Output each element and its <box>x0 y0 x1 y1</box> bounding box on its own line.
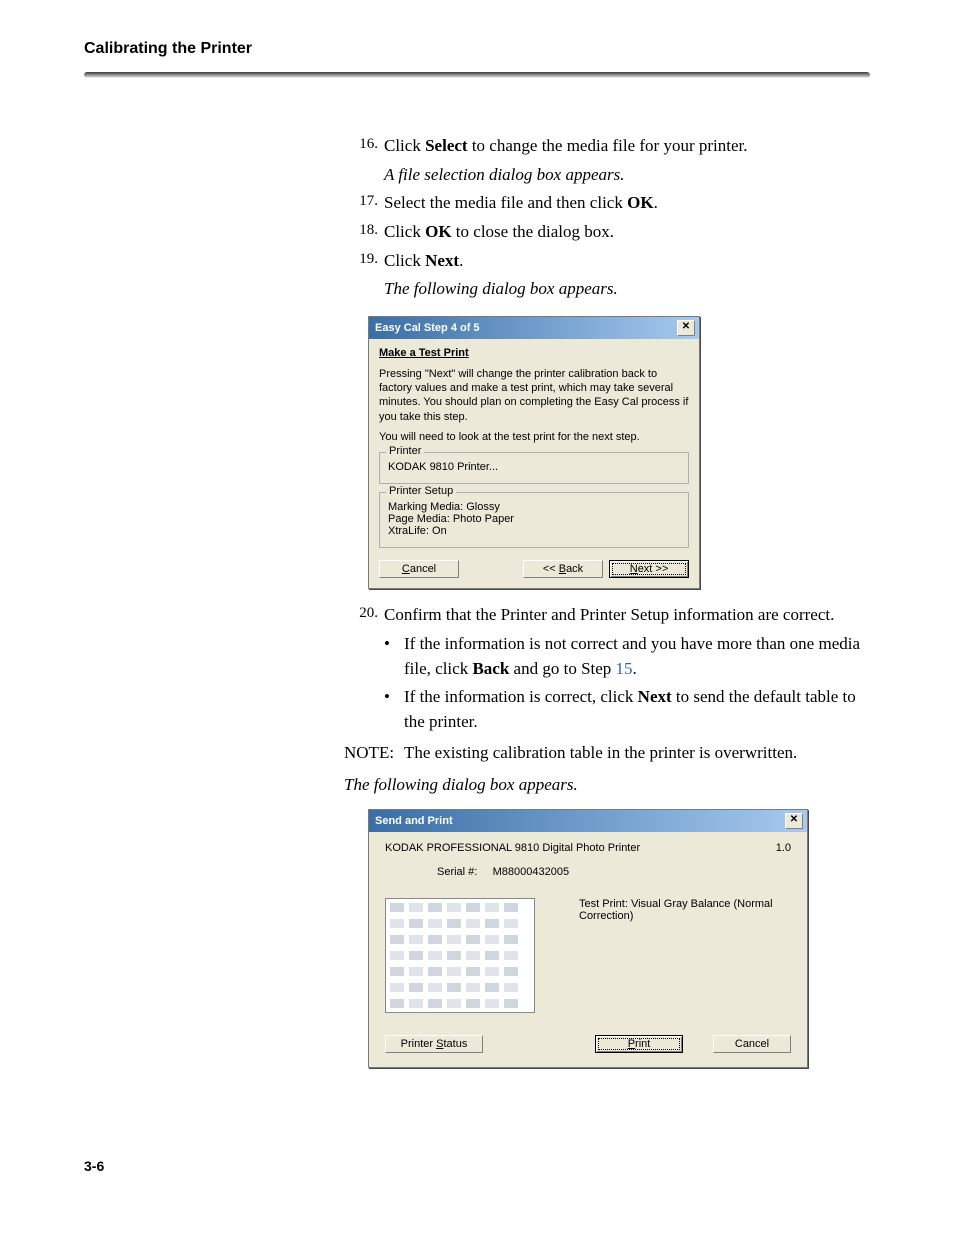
group-label: Printer Setup <box>386 485 456 497</box>
back-button[interactable]: << Back <box>523 560 603 578</box>
mnemonic: P <box>628 1038 635 1050</box>
text: Click <box>384 222 425 241</box>
mnemonic: B <box>559 563 566 575</box>
bold-text: Next <box>425 251 459 270</box>
bullet-2: • If the information is correct, click N… <box>384 685 870 734</box>
step-text: Click Select to change the media file fo… <box>384 134 870 159</box>
serial-value: M88000432005 <box>493 866 569 878</box>
header-divider <box>84 72 870 78</box>
text: and go to Step <box>509 659 615 678</box>
bullet-text: If the information is not correct and yo… <box>404 632 870 681</box>
easy-cal-dialog: Easy Cal Step 4 of 5 ✕ Make a Test Print… <box>368 316 700 589</box>
note-text: The existing calibration table in the pr… <box>404 741 797 766</box>
bold-text: OK <box>425 222 451 241</box>
step-number: 18. <box>344 220 384 245</box>
dialog-titlebar[interactable]: Send and Print ✕ <box>369 810 807 832</box>
text: . <box>654 193 658 212</box>
text: If the information is correct, click <box>404 687 638 706</box>
dialog-heading: Make a Test Print <box>379 347 689 359</box>
printer-model-text: KODAK PROFESSIONAL 9810 Digital Photo Pr… <box>385 842 640 854</box>
next-button[interactable]: Next >> <box>609 560 689 578</box>
step-number: 16. <box>344 134 384 159</box>
serial-row: Serial #: M88000432005 <box>437 866 791 878</box>
step-link[interactable]: 15 <box>616 659 633 678</box>
step-number: 17. <box>344 191 384 216</box>
text: to close the dialog box. <box>452 222 614 241</box>
step-text: Click Next. <box>384 249 870 274</box>
bullet-icon: • <box>384 632 404 681</box>
test-print-description: Test Print: Visual Gray Balance (Normal … <box>579 898 791 1013</box>
cancel-button[interactable]: Cancel <box>379 560 459 578</box>
step-20: 20. Confirm that the Printer and Printer… <box>344 603 870 628</box>
bold-text: Next <box>638 687 672 706</box>
following-dialog-text: The following dialog box appears. <box>344 775 870 795</box>
bullet-icon: • <box>384 685 404 734</box>
close-icon[interactable]: ✕ <box>785 813 803 829</box>
version-text: 1.0 <box>776 842 791 854</box>
dialog-titlebar[interactable]: Easy Cal Step 4 of 5 ✕ <box>369 317 699 339</box>
setup-line: XtraLife: On <box>388 525 680 537</box>
mnemonic: C <box>402 563 410 575</box>
close-icon[interactable]: ✕ <box>677 320 695 336</box>
mnemonic: S <box>436 1038 443 1050</box>
setup-line: Marking Media: Glossy <box>388 501 680 513</box>
dialog-title: Easy Cal Step 4 of 5 <box>375 322 480 334</box>
cancel-button[interactable]: Cancel <box>713 1035 791 1053</box>
printer-status-button[interactable]: Printer Status <box>385 1035 483 1053</box>
dialog-title: Send and Print <box>375 815 453 827</box>
send-and-print-dialog: Send and Print ✕ KODAK PROFESSIONAL 9810… <box>368 809 808 1068</box>
step-text: Click OK to close the dialog box. <box>384 220 870 245</box>
bold-text: OK <box>627 193 653 212</box>
printer-setup-group: Printer Setup Marking Media: Glossy Page… <box>379 492 689 548</box>
step-text: Confirm that the Printer and Printer Set… <box>384 603 870 628</box>
step-text: Select the media file and then click OK. <box>384 191 870 216</box>
bold-text: Select <box>425 136 467 155</box>
print-button[interactable]: Print <box>595 1035 683 1053</box>
printer-group: Printer KODAK 9810 Printer... <box>379 452 689 484</box>
step-sub-text: The following dialog box appears. <box>384 277 870 302</box>
step-16-sub: A file selection dialog box appears. <box>344 163 870 188</box>
bullet-text: If the information is correct, click Nex… <box>404 685 870 734</box>
dialog-paragraph: You will need to look at the test print … <box>379 430 689 444</box>
serial-label: Serial #: <box>437 866 477 878</box>
text: Select the media file and then click <box>384 193 627 212</box>
step-19-sub: The following dialog box appears. <box>344 277 870 302</box>
dialog-paragraph: Pressing "Next" will change the printer … <box>379 367 689 424</box>
text: Click <box>384 136 425 155</box>
note-label: NOTE: <box>344 741 404 766</box>
step-number: 20. <box>344 603 384 628</box>
step-number: 19. <box>344 249 384 274</box>
text: to change the media file for your printe… <box>468 136 748 155</box>
step-18: 18. Click OK to close the dialog box. <box>344 220 870 245</box>
text: . <box>633 659 637 678</box>
setup-line: Page Media: Photo Paper <box>388 513 680 525</box>
step-16: 16. Click Select to change the media fil… <box>344 134 870 159</box>
step-19: 19. Click Next. <box>344 249 870 274</box>
step-sub-text: A file selection dialog box appears. <box>384 163 870 188</box>
page-header-title: Calibrating the Printer <box>84 40 870 58</box>
printer-name-text: KODAK 9810 Printer... <box>388 461 680 473</box>
step-17: 17. Select the media file and then click… <box>344 191 870 216</box>
text: . <box>459 251 463 270</box>
page-number: 3-6 <box>84 1158 870 1174</box>
test-print-preview <box>385 898 535 1013</box>
note-row: NOTE: The existing calibration table in … <box>344 741 870 766</box>
mnemonic: N <box>630 563 638 575</box>
bold-text: Back <box>472 659 509 678</box>
text: Click <box>384 251 425 270</box>
group-label: Printer <box>386 445 424 457</box>
bullet-1: • If the information is not correct and … <box>384 632 870 681</box>
